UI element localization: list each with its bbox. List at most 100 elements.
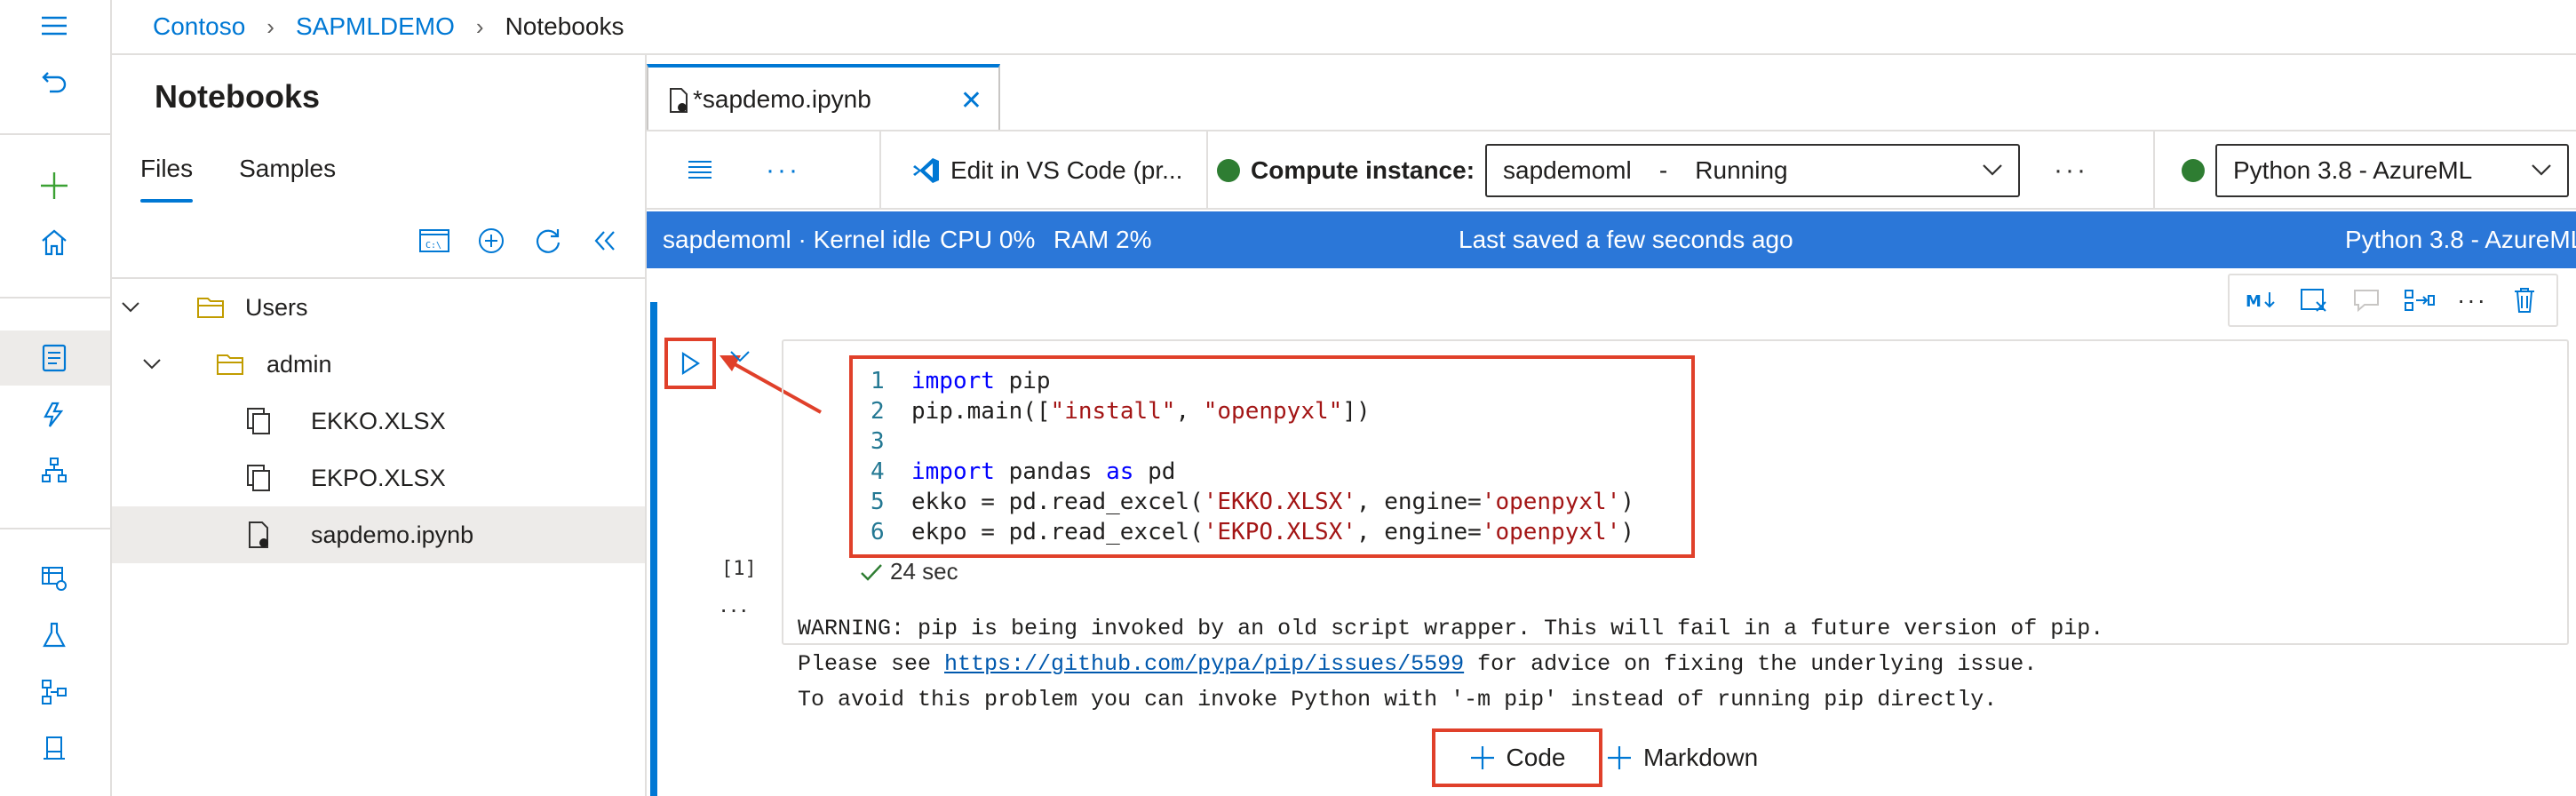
notebook-tab[interactable]: *sapdemo.ipynb ✕: [647, 64, 1000, 131]
clear-output-icon[interactable]: [2294, 281, 2334, 320]
notebook-icon[interactable]: [34, 338, 75, 378]
code-line: 6 ekpo = pd.read_excel('EKPO.XLSX', engin…: [871, 519, 1635, 545]
last-saved-text: Last saved a few seconds ago: [1459, 226, 1793, 253]
execution-time: 24 sec: [860, 558, 958, 585]
experiments-icon[interactable]: [34, 615, 75, 656]
file-tree: Users admin EKKO.XLSX EKPO.XLSX sapdemo.…: [112, 277, 645, 563]
compute-instance-label: Compute instance:: [1251, 156, 1475, 184]
tree-item-ekpo[interactable]: EKPO.XLSX: [112, 450, 645, 506]
refresh-icon[interactable]: [528, 220, 568, 261]
notebook-tab-title: *sapdemo.ipynb: [693, 85, 871, 113]
checkmark-icon: [861, 563, 882, 581]
breadcrumb-current: Notebooks: [505, 12, 624, 40]
add-markdown-cell-button[interactable]: Markdown: [1606, 728, 1758, 787]
notebook-file-icon: [243, 519, 275, 551]
kernel-dropdown[interactable]: Python 3.8 - AzureML: [2215, 144, 2569, 197]
datasets-icon[interactable]: [34, 558, 75, 599]
output-menu-icon[interactable]: ···: [720, 595, 750, 624]
compute-more-icon[interactable]: ···: [2054, 131, 2088, 210]
code-line: 5 ekko = pd.read_excel('EKKO.XLSX', engin…: [871, 489, 1635, 515]
ram-usage: RAM 2%: [1053, 226, 1152, 253]
edit-in-vscode-button[interactable]: Edit in VS Code (pr...: [911, 131, 1182, 210]
code-editor[interactable]: 1 import pip 2 pip.main(["install", "openp…: [849, 355, 1695, 558]
tree-item-label: EKPO.XLSX: [311, 464, 446, 491]
plus-icon: [1608, 746, 1631, 769]
add-code-cell-button[interactable]: Code: [1432, 728, 1602, 787]
breadcrumb-contoso[interactable]: Contoso: [153, 12, 245, 41]
automated-ml-icon[interactable]: [34, 394, 75, 435]
output-line: WARNING: pip is being invoked by an old …: [798, 616, 2104, 641]
back-arrow-icon[interactable]: [34, 62, 75, 103]
code-line: 1 import pip: [871, 368, 1051, 394]
designer-icon[interactable]: [34, 450, 75, 490]
cell-toolbar: M ···: [2228, 274, 2558, 327]
collapse-cell-icon[interactable]: [728, 348, 751, 369]
folder-open-icon: [215, 348, 247, 380]
tree-item-sapdemo[interactable]: sapdemo.ipynb: [112, 506, 645, 563]
comment-icon[interactable]: [2347, 281, 2386, 320]
tab-samples[interactable]: Samples: [225, 155, 350, 203]
code-line: 2 pip.main(["install", "openpyxl"]): [871, 398, 1371, 425]
kernel-status-icon: [2182, 131, 2205, 210]
vscode-icon: [913, 158, 939, 183]
kernel-status-text: sapdemoml · Kernel idle: [663, 226, 931, 253]
breadcrumb: Contoso › SAPMLDEMO › Notebooks: [112, 0, 2576, 55]
collapse-pane-icon[interactable]: [584, 220, 625, 261]
models-icon[interactable]: [34, 728, 75, 769]
svg-text:M: M: [2246, 292, 2262, 311]
compute-label-group: Compute instance:: [1217, 131, 1475, 210]
cell-output: WARNING: pip is being invoked by an old …: [798, 611, 2103, 718]
add-code-label: Code: [1506, 744, 1566, 771]
add-file-icon[interactable]: [471, 220, 512, 261]
kernel-status-bar: sapdemoml · Kernel idle CPU 0% RAM 2% La…: [647, 211, 2576, 268]
breadcrumb-workspace[interactable]: SAPMLDEMO: [296, 12, 455, 41]
output-line: To avoid this problem you can invoke Pyt…: [798, 687, 1998, 712]
chevron-down-icon: [1981, 158, 2004, 187]
edit-in-vscode-label: Edit in VS Code (pr...: [950, 156, 1183, 184]
active-cell-indicator: [650, 302, 657, 796]
tree-item-ekko[interactable]: EKKO.XLSX: [112, 393, 645, 450]
chevron-right-icon: ›: [266, 12, 274, 40]
plus-icon: [1470, 746, 1494, 769]
chevron-down-icon[interactable]: [139, 351, 165, 378]
chevron-down-icon[interactable]: [117, 294, 144, 321]
home-icon[interactable]: [34, 222, 75, 263]
code-line: 3: [871, 428, 885, 455]
left-rail: [0, 0, 112, 796]
running-status-icon: [1217, 159, 1240, 182]
cpu-usage: CPU 0%: [940, 226, 1036, 253]
tab-files[interactable]: Files: [126, 155, 207, 203]
delete-cell-icon[interactable]: [2505, 281, 2544, 320]
terminal-icon[interactable]: C:\: [414, 220, 455, 261]
close-icon[interactable]: ✕: [960, 85, 982, 116]
tree-item-label: EKKO.XLSX: [311, 407, 446, 434]
compute-instance-dropdown[interactable]: sapdemoml - Running: [1485, 144, 2020, 197]
tree-item-admin[interactable]: admin: [112, 336, 645, 393]
output-link[interactable]: https://github.com/pypa/pip/issues/5599: [944, 651, 1464, 677]
pane-tabs: Files Samples: [126, 155, 350, 203]
chevron-right-icon: ›: [475, 12, 484, 40]
code-line: 4 import pandas as pd: [871, 458, 1176, 485]
output-line: Please see https://github.com/pypa/pip/i…: [798, 651, 2038, 677]
plus-icon[interactable]: [34, 165, 75, 206]
svg-text:C:\: C:\: [425, 241, 441, 251]
play-icon: [681, 351, 701, 376]
notebook-file-icon: [668, 87, 689, 120]
notebook-area: *sapdemo.ipynb ✕ ··· Edit in VS Code (pr…: [647, 55, 2576, 796]
kernel-value: Python 3.8 - AzureML: [2233, 156, 2473, 184]
run-cell-button[interactable]: [664, 338, 716, 389]
pipelines-icon[interactable]: [34, 672, 75, 712]
markdown-toggle-icon[interactable]: M: [2242, 281, 2281, 320]
folder-open-icon: [195, 291, 227, 323]
tree-item-users[interactable]: Users: [112, 279, 645, 336]
compute-instance-value: sapdemoml - Running: [1503, 156, 1788, 184]
tree-item-label: sapdemo.ipynb: [311, 521, 474, 548]
cell-more-icon[interactable]: ···: [2453, 281, 2492, 320]
file-icon: [243, 405, 275, 437]
hamburger-menu-icon[interactable]: [34, 5, 75, 46]
table-of-contents-icon[interactable]: [686, 131, 714, 210]
file-icon: [243, 462, 275, 494]
notebooks-pane: Notebooks Files Samples C:\ Users admin …: [112, 55, 647, 796]
split-cell-icon[interactable]: [2400, 281, 2439, 320]
more-options-icon[interactable]: ···: [766, 131, 800, 210]
